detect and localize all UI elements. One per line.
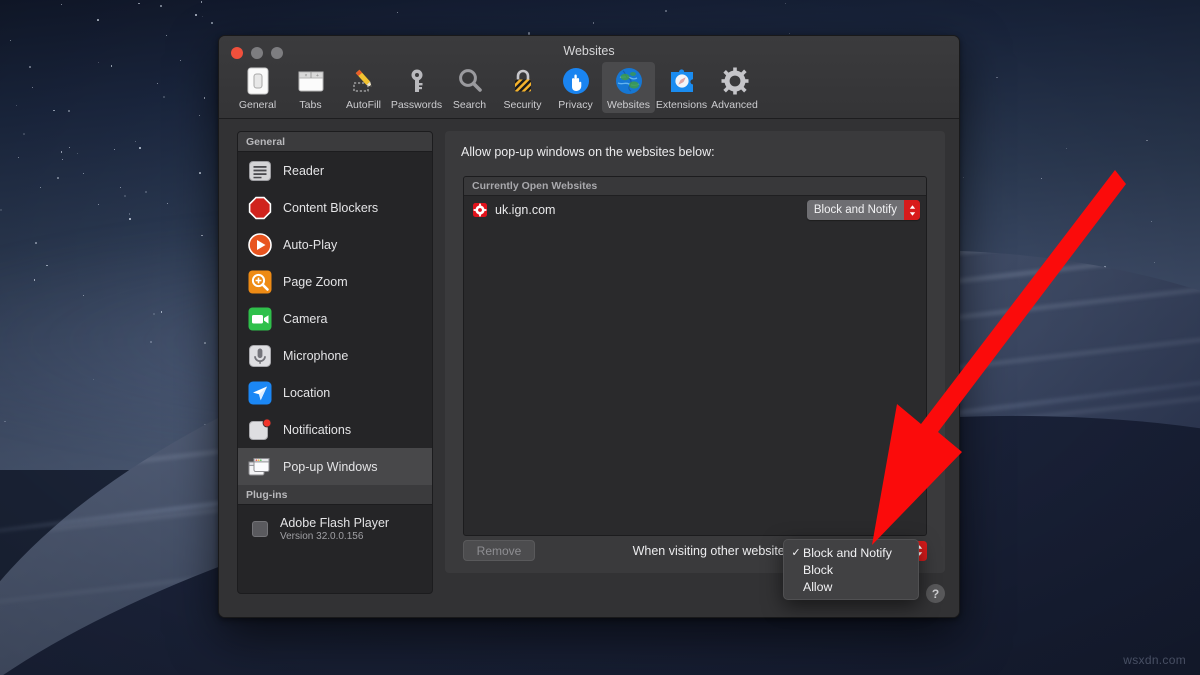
- toolbar-item-label: Advanced: [711, 99, 758, 111]
- toolbar-item-label: Search: [453, 99, 486, 111]
- sidebar-item-microphone[interactable]: Microphone: [238, 337, 432, 374]
- privacy-icon: [561, 66, 591, 96]
- toolbar-item-label: General: [239, 99, 276, 111]
- autofill-icon: [349, 66, 379, 96]
- sidebar-item-label: Pop-up Windows: [283, 460, 378, 474]
- popup-windows-icon: [248, 455, 272, 479]
- tabs-icon: ×+: [296, 66, 326, 96]
- sidebar-item-label: Notifications: [283, 423, 351, 437]
- toolbar-item-label: AutoFill: [346, 99, 381, 111]
- toolbar-item-passwords[interactable]: Passwords: [390, 62, 443, 113]
- notifications-icon: [248, 418, 272, 442]
- toolbar-item-label: Passwords: [391, 99, 442, 111]
- sidebar-item-content-blockers[interactable]: Content Blockers: [238, 189, 432, 226]
- sidebar-item-location[interactable]: Location: [238, 374, 432, 411]
- help-button[interactable]: ?: [926, 584, 945, 603]
- website-setting-value: Block and Notify: [807, 200, 904, 220]
- advanced-icon: [720, 66, 750, 96]
- auto-play-icon: [248, 233, 272, 257]
- toolbar-item-advanced[interactable]: Advanced: [708, 62, 761, 113]
- preferences-toolbar: General×+TabsAutoFillPasswordsSearchSecu…: [231, 62, 949, 113]
- plugin-version: Version 32.0.0.156: [280, 531, 389, 542]
- flash-checkbox-icon[interactable]: [252, 521, 268, 537]
- sidebar-header-plugins: Plug-ins: [238, 485, 432, 505]
- default-setting-dropdown-menu[interactable]: ✓Block and Notify Block Allow: [783, 539, 919, 600]
- menu-item-label: Block and Notify: [803, 546, 892, 560]
- sidebar-item-label: Location: [283, 386, 330, 400]
- sidebar-item-reader[interactable]: Reader: [238, 152, 432, 189]
- default-setting-label: When visiting other websites: [633, 544, 791, 558]
- toolbar-item-search[interactable]: Search: [443, 62, 496, 113]
- extensions-icon: [667, 66, 697, 96]
- sidebar-item-label: Camera: [283, 312, 327, 326]
- sidebar-general-list: Reader Content Blockers Auto-Play Page Zoom…: [238, 152, 432, 485]
- list-group-header: Currently Open Websites: [464, 177, 926, 196]
- sidebar-item-label: Content Blockers: [283, 201, 378, 215]
- toolbar-item-label: Websites: [607, 99, 650, 111]
- sidebar-item-label: Reader: [283, 164, 324, 178]
- svg-text:×: ×: [304, 73, 307, 79]
- toolbar-item-privacy[interactable]: Privacy: [549, 62, 602, 113]
- watermark: wsxdn.com: [1123, 653, 1186, 667]
- website-setting-popup-button[interactable]: Block and Notify: [807, 200, 920, 220]
- remove-button[interactable]: Remove: [463, 540, 535, 561]
- window-titlebar: Websites General×+TabsAutoFillPasswordsS…: [219, 36, 959, 119]
- content-blockers-icon: [248, 196, 272, 220]
- panel-heading: Allow pop-up windows on the websites bel…: [461, 145, 929, 159]
- toolbar-item-label: Tabs: [299, 99, 321, 111]
- sidebar-item-auto-play[interactable]: Auto-Play: [238, 226, 432, 263]
- checkmark-icon: ✓: [789, 546, 803, 559]
- chevron-updown-icon: [904, 200, 920, 220]
- sidebar-item-notifications[interactable]: Notifications: [238, 411, 432, 448]
- menu-item-label: Block: [803, 563, 833, 577]
- search-icon: [455, 66, 485, 96]
- toolbar-item-security[interactable]: Security: [496, 62, 549, 113]
- microphone-icon: [248, 344, 272, 368]
- ign-favicon-icon: [473, 203, 487, 217]
- menu-item-label: Allow: [803, 580, 832, 594]
- website-rows: uk.ign.com Block and Notify: [464, 196, 926, 224]
- sidebar-plugins-list: Adobe Flash PlayerVersion 32.0.0.156: [238, 505, 432, 553]
- sidebar-item-label: Microphone: [283, 349, 348, 363]
- toolbar-item-general[interactable]: General: [231, 62, 284, 113]
- sidebar-plugin-adobe-flash-player[interactable]: Adobe Flash PlayerVersion 32.0.0.156: [238, 505, 432, 553]
- sidebar-item-page-zoom[interactable]: Page Zoom: [238, 263, 432, 300]
- toolbar-item-extensions[interactable]: Extensions: [655, 62, 708, 113]
- websites-listbox[interactable]: Currently Open Websites uk.ign.com Block …: [463, 176, 927, 536]
- toolbar-item-autofill[interactable]: AutoFill: [337, 62, 390, 113]
- menu-item-block-and-notify[interactable]: ✓Block and Notify: [784, 544, 918, 561]
- menu-item-block[interactable]: Block: [784, 561, 918, 578]
- page-zoom-icon: [248, 270, 272, 294]
- websites-icon: [614, 66, 644, 96]
- websites-sidebar: General Reader Content Blockers Auto-Play P…: [237, 131, 433, 594]
- sidebar-item-label: Auto-Play: [283, 238, 337, 252]
- table-row[interactable]: uk.ign.com Block and Notify: [464, 196, 926, 224]
- window-title: Websites: [219, 44, 959, 58]
- security-icon: [508, 66, 538, 96]
- svg-text:+: +: [316, 73, 319, 79]
- general-icon: [243, 66, 273, 96]
- toolbar-item-label: Privacy: [558, 99, 592, 111]
- sidebar-item-label: Page Zoom: [283, 275, 348, 289]
- safari-preferences-window: Websites General×+TabsAutoFillPasswordsS…: [218, 35, 960, 618]
- menu-item-allow[interactable]: Allow: [784, 578, 918, 595]
- sidebar-header-general: General: [238, 132, 432, 152]
- toolbar-item-label: Security: [504, 99, 542, 111]
- toolbar-item-tabs[interactable]: ×+Tabs: [284, 62, 337, 113]
- plugin-name: Adobe Flash Player: [280, 516, 389, 530]
- reader-icon: [248, 159, 272, 183]
- popup-windows-panel: Allow pop-up windows on the websites bel…: [445, 131, 945, 573]
- website-name: uk.ign.com: [495, 203, 555, 217]
- location-icon: [248, 381, 272, 405]
- passwords-icon: [402, 66, 432, 96]
- sidebar-item-pop-up-windows[interactable]: Pop-up Windows: [238, 448, 432, 485]
- camera-icon: [248, 307, 272, 331]
- toolbar-item-websites[interactable]: Websites: [602, 62, 655, 113]
- toolbar-item-label: Extensions: [656, 99, 707, 111]
- sidebar-item-camera[interactable]: Camera: [238, 300, 432, 337]
